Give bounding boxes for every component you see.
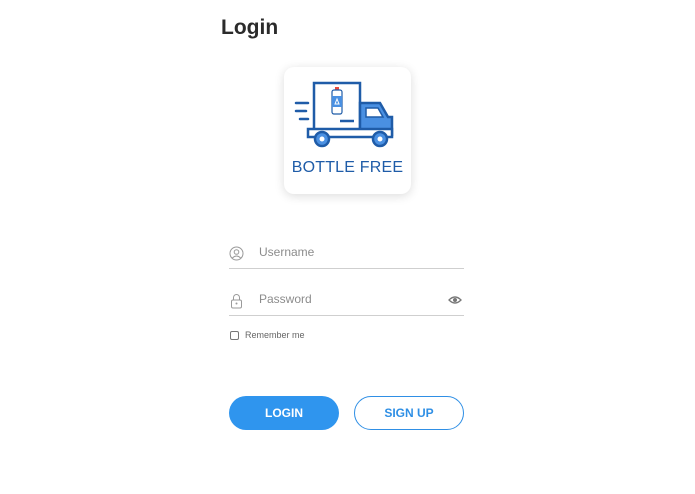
remember-me-checkbox[interactable] — [230, 330, 239, 340]
signup-button[interactable]: SIGN UP — [354, 396, 464, 430]
password-input[interactable] — [259, 288, 439, 310]
remember-me[interactable]: Remember me — [230, 330, 305, 340]
login-page: Login BOTTLE FREE Username Remember me L… — [0, 0, 695, 494]
password-field — [229, 285, 464, 316]
username-input[interactable] — [259, 241, 439, 263]
user-circle-icon — [229, 246, 244, 261]
app-logo: BOTTLE FREE — [284, 67, 411, 194]
username-field — [229, 238, 464, 269]
lock-icon — [231, 294, 242, 309]
page-title: Login — [221, 16, 279, 39]
logo-text: BOTTLE FREE — [291, 159, 404, 176]
remember-me-label: Remember me — [245, 330, 305, 340]
login-button[interactable]: LOGIN — [229, 396, 339, 430]
delivery-truck-icon — [294, 81, 394, 148]
eye-icon[interactable] — [448, 295, 462, 305]
